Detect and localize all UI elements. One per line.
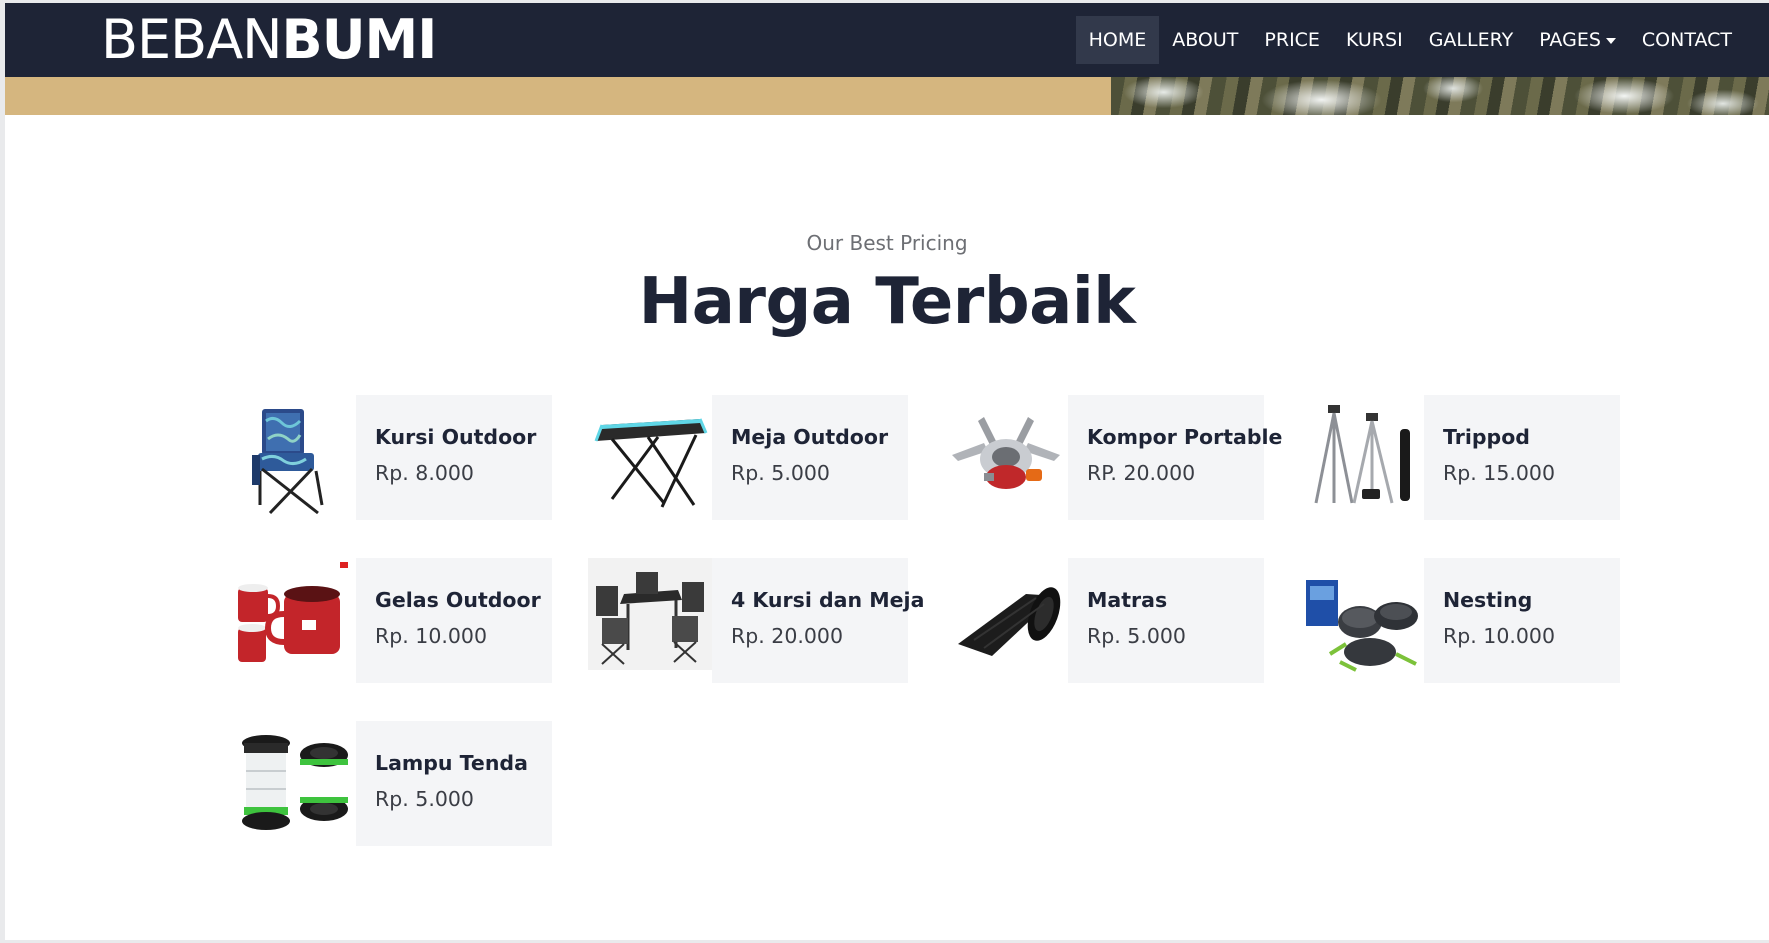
product-info: Lampu Tenda Rp. 5.000 [356, 721, 552, 846]
caret-down-icon [1605, 37, 1616, 44]
camping-chair-icon [252, 409, 324, 515]
product-image [232, 395, 356, 520]
product-info: Trippod Rp. 15.000 [1424, 395, 1620, 520]
product-name: Gelas Outdoor [375, 588, 541, 612]
brand-part-2: BUMI [281, 8, 438, 71]
product-image [588, 395, 712, 520]
hero-waterfall-image [1111, 77, 1769, 115]
product-price: Rp. 8.000 [375, 461, 474, 485]
product-image [944, 558, 1068, 683]
product-name: Trippod [1443, 425, 1530, 449]
nav-item-price[interactable]: PRICE [1251, 16, 1333, 64]
navbar: BEBANBUMI HOME ABOUT PRICE KURSI GALLERY… [5, 3, 1769, 77]
nav-item-pages-label: PAGES [1539, 29, 1601, 51]
product-price: Rp. 5.000 [1087, 624, 1186, 648]
folding-table-icon [594, 418, 708, 508]
product-image [1300, 558, 1424, 683]
product-image [588, 558, 712, 683]
product-name: Lampu Tenda [375, 751, 528, 775]
enamel-mug-icon [238, 562, 348, 662]
product-name: 4 Kursi dan Meja [731, 588, 925, 612]
nav-item-about[interactable]: ABOUT [1159, 16, 1251, 64]
product-card[interactable]: Matras Rp. 5.000 [944, 558, 1264, 683]
tent-lantern-icon [242, 735, 348, 830]
product-card[interactable]: 4 Kursi dan Meja Rp. 20.000 [588, 558, 924, 683]
nav-item-pages[interactable]: PAGES [1526, 16, 1629, 64]
page-frame: BEBANBUMI HOME ABOUT PRICE KURSI GALLERY… [5, 3, 1769, 940]
sleeping-mat-icon [958, 587, 1061, 656]
nav-item-gallery[interactable]: GALLERY [1416, 16, 1527, 64]
product-name: Nesting [1443, 588, 1533, 612]
section-title: Harga Terbaik [638, 265, 1136, 339]
product-price: Rp. 10.000 [1443, 624, 1556, 648]
product-card[interactable]: Meja Outdoor Rp. 5.000 [588, 395, 908, 520]
product-card[interactable]: Trippod Rp. 15.000 [1300, 395, 1620, 520]
product-name: Kompor Portable [1087, 425, 1283, 449]
product-info: Kompor Portable RP. 20.000 [1068, 395, 1282, 520]
nav-item-kursi[interactable]: KURSI [1333, 16, 1416, 64]
product-name: Meja Outdoor [731, 425, 889, 449]
brand-part-1: BEBAN [101, 8, 283, 71]
product-price: Rp. 5.000 [731, 461, 830, 485]
product-price: Rp. 20.000 [731, 624, 844, 648]
product-info: Kursi Outdoor Rp. 8.000 [356, 395, 552, 520]
table-chair-set-icon [588, 558, 712, 670]
section-subtitle: Our Best Pricing [806, 231, 968, 255]
product-card[interactable]: Kursi Outdoor Rp. 8.000 [232, 395, 552, 520]
tripod-icon [1314, 405, 1410, 504]
product-image [944, 395, 1068, 520]
product-info: 4 Kursi dan Meja Rp. 20.000 [712, 558, 924, 683]
product-image [232, 721, 356, 846]
product-card[interactable]: Kompor Portable RP. 20.000 [944, 395, 1282, 520]
product-price: RP. 20.000 [1087, 461, 1196, 485]
product-price: Rp. 5.000 [375, 787, 474, 811]
product-info: Meja Outdoor Rp. 5.000 [712, 395, 908, 520]
product-card[interactable]: Gelas Outdoor Rp. 10.000 [232, 558, 552, 683]
product-info: Nesting Rp. 10.000 [1424, 558, 1620, 683]
product-name: Matras [1087, 588, 1168, 612]
product-price: Rp. 15.000 [1443, 461, 1556, 485]
product-card[interactable]: Lampu Tenda Rp. 5.000 [232, 721, 552, 846]
cookware-set-icon [1306, 580, 1418, 672]
product-info: Matras Rp. 5.000 [1068, 558, 1264, 683]
product-card[interactable]: Nesting Rp. 10.000 [1300, 558, 1620, 683]
nav-item-home[interactable]: HOME [1075, 16, 1160, 64]
portable-stove-icon [952, 417, 1060, 489]
product-price: Rp. 10.000 [375, 624, 488, 648]
nav-menu: HOME ABOUT PRICE KURSI GALLERY PAGES CON… [1075, 16, 1745, 64]
product-info: Gelas Outdoor Rp. 10.000 [356, 558, 552, 683]
product-image [1300, 395, 1424, 520]
product-name: Kursi Outdoor [375, 425, 537, 449]
product-image [232, 558, 356, 683]
brand-logo[interactable]: BEBANBUMI [101, 7, 438, 73]
hero-banner [5, 77, 1769, 115]
nav-item-contact[interactable]: CONTACT [1629, 16, 1745, 64]
